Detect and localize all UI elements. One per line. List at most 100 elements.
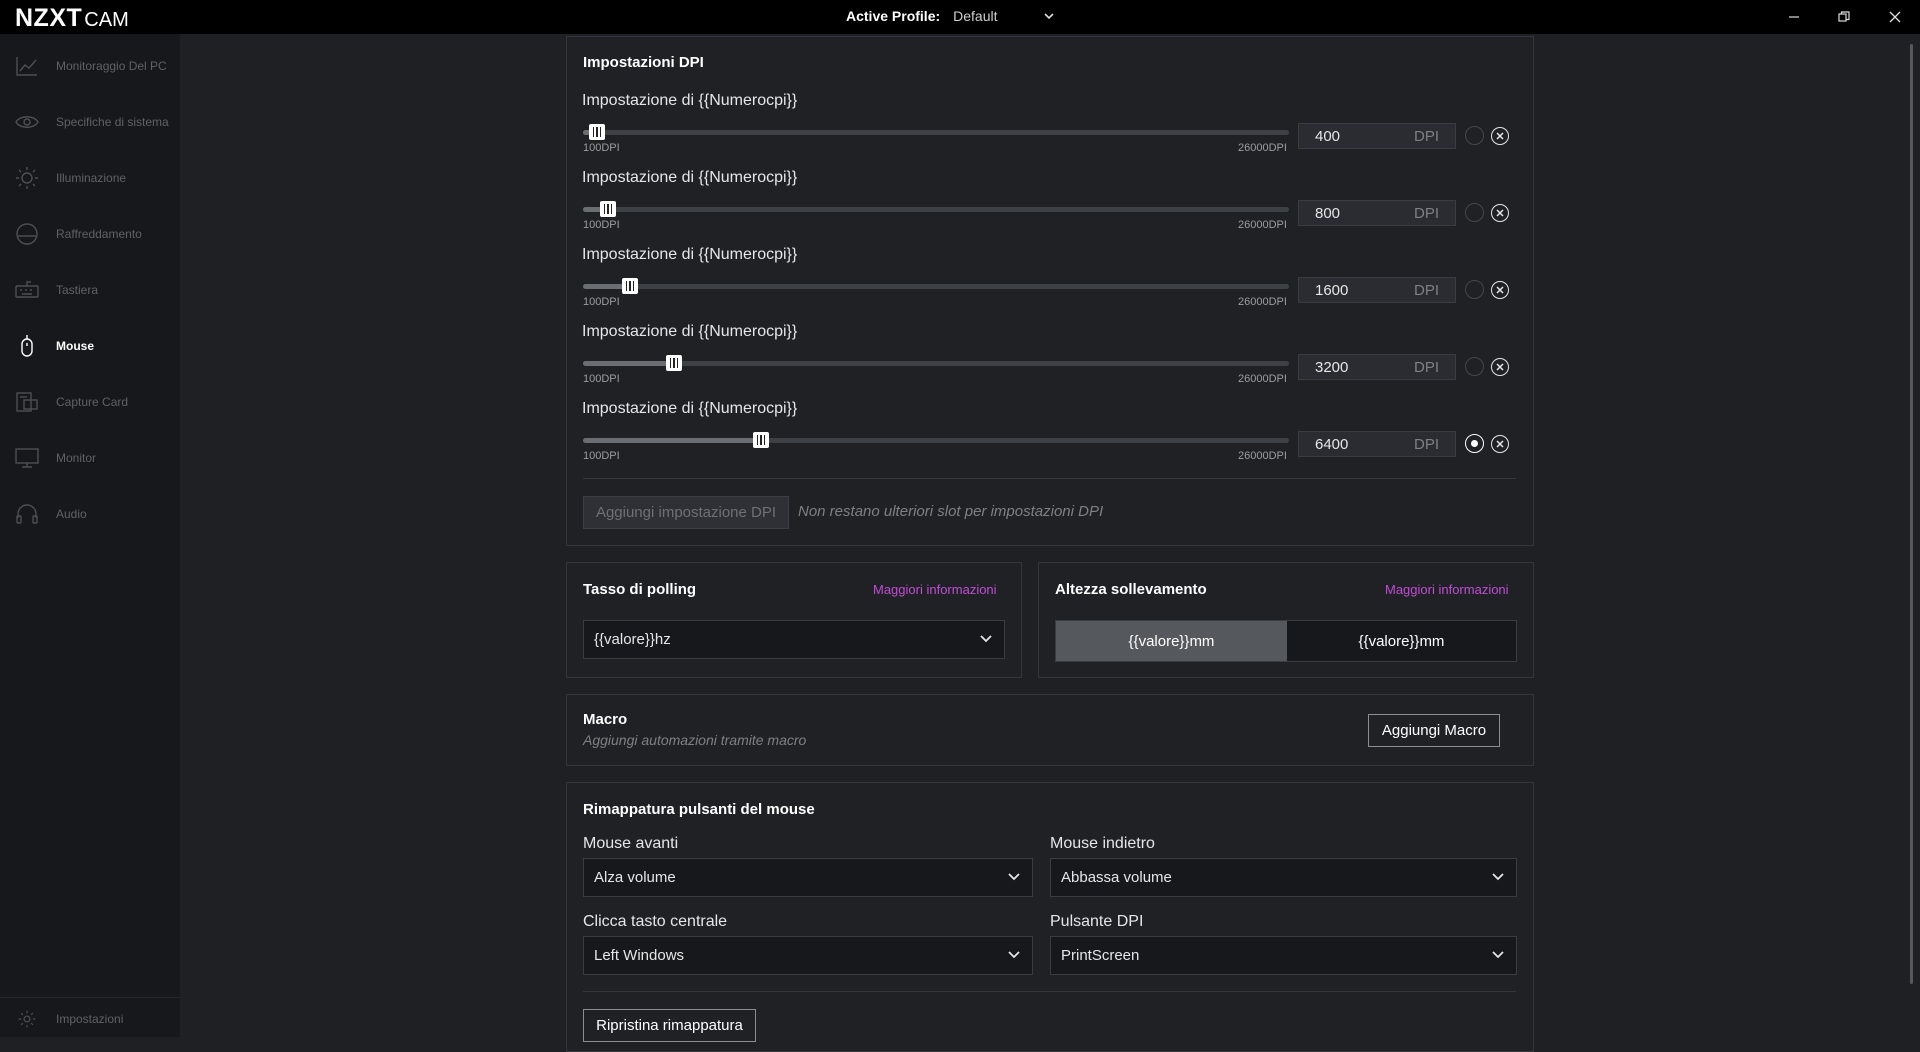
sidebar-item-label: Illuminazione xyxy=(56,171,127,185)
remap-divider xyxy=(583,991,1516,992)
dpi-min-label: 100DPI xyxy=(583,296,620,308)
title-bar: NZXT CAM Active Profile: Default xyxy=(0,0,1920,34)
dpi-unit: DPI xyxy=(1413,358,1439,376)
polling-rate-title: Tasso di polling xyxy=(583,581,697,598)
sidebar-item-label: Mouse xyxy=(56,339,95,353)
mouse-back-value: Abbassa volume xyxy=(1061,869,1172,886)
dpi-slider[interactable] xyxy=(583,432,1289,448)
dpi-row-label: Impostazione di {{Numerocpi}} xyxy=(582,246,798,263)
dpi-row-label: Impostazione di {{Numerocpi}} xyxy=(582,400,798,417)
mouse-icon xyxy=(15,334,39,358)
dpi-select-radio[interactable] xyxy=(1465,434,1484,453)
polling-rate-select[interactable]: {{valore}}hz xyxy=(583,620,1005,659)
dpi-slots-note: Non restano ulteriori slot per impostazi… xyxy=(798,503,1104,520)
mouse-back-select[interactable]: Abbassa volume xyxy=(1050,858,1517,897)
dpi-slider[interactable] xyxy=(583,355,1289,371)
dpi-slider-thumb[interactable] xyxy=(753,432,769,448)
dpi-value: 1600 xyxy=(1315,281,1349,299)
scrollbar[interactable] xyxy=(1910,44,1913,984)
product-name: CAM xyxy=(84,9,129,31)
dpi-slider-thumb[interactable] xyxy=(589,124,605,140)
close-icon[interactable] xyxy=(1875,0,1915,34)
dpi-value-input[interactable]: 3200 DPI xyxy=(1298,354,1456,380)
chevron-down-icon xyxy=(980,635,992,643)
sidebar-item-monitoraggio[interactable]: Monitoraggio Del PC xyxy=(0,46,180,86)
minimize-icon[interactable] xyxy=(1774,0,1814,34)
middle-click-value: Left Windows xyxy=(594,947,685,964)
remove-circle-icon[interactable] xyxy=(1491,204,1509,222)
dpi-select-radio[interactable] xyxy=(1465,203,1484,222)
dpi-slider-fill xyxy=(583,284,624,289)
remove-circle-icon[interactable] xyxy=(1491,358,1509,376)
restore-icon[interactable] xyxy=(1824,0,1864,34)
sidebar-item-audio[interactable]: Audio xyxy=(0,494,180,534)
dpi-select-radio[interactable] xyxy=(1465,126,1484,145)
dpi-row-label: Impostazione di {{Numerocpi}} xyxy=(582,323,798,340)
lift-option-1[interactable]: {{valore}}mm xyxy=(1056,621,1287,661)
dpi-min-label: 100DPI xyxy=(583,450,620,462)
add-dpi-setting-button[interactable]: Aggiungi impostazione DPI xyxy=(583,496,789,529)
dpi-value-input[interactable]: 400 DPI xyxy=(1298,123,1456,149)
sidebar-item-monitor[interactable]: Monitor xyxy=(0,438,180,478)
dpi-value-input[interactable]: 1600 DPI xyxy=(1298,277,1456,303)
dpi-button-value: PrintScreen xyxy=(1061,947,1140,964)
sidebar-item-mouse[interactable]: Mouse xyxy=(0,326,180,366)
lift-height-title: Altezza sollevamento xyxy=(1055,581,1207,598)
sidebar-item-label: Monitor xyxy=(56,451,97,465)
chevron-down-icon xyxy=(1008,873,1020,881)
active-profile-selector[interactable]: Active Profile: Default xyxy=(846,8,1055,24)
dpi-slider[interactable] xyxy=(583,201,1289,217)
remap-title: Rimappatura pulsanti del mouse xyxy=(583,801,815,818)
dpi-slider-fill xyxy=(583,438,755,443)
sidebar-item-specifiche[interactable]: Specifiche di sistema xyxy=(0,102,180,142)
middle-click-label: Clicca tasto centrale xyxy=(583,913,728,930)
dpi-slider-thumb[interactable] xyxy=(600,201,616,217)
dpi-slider[interactable] xyxy=(583,124,1289,140)
brand-name: NZXT xyxy=(15,4,83,32)
dpi-value-input[interactable]: 6400 DPI xyxy=(1298,431,1456,457)
dpi-button-select[interactable]: PrintScreen xyxy=(1050,936,1517,975)
dpi-unit: DPI xyxy=(1413,281,1439,299)
dpi-row-label: Impostazione di {{Numerocpi}} xyxy=(582,92,798,109)
chevron-down-icon xyxy=(1492,951,1504,959)
chevron-down-icon xyxy=(1492,873,1504,881)
sidebar-item-impostazioni[interactable]: Impostazioni xyxy=(0,999,180,1039)
sidebar-item-capture-card[interactable]: Capture Card xyxy=(0,382,180,422)
fan-icon xyxy=(15,222,39,246)
dpi-unit: DPI xyxy=(1413,204,1439,222)
dpi-slider[interactable] xyxy=(583,278,1289,294)
dpi-slider-thumb[interactable] xyxy=(666,355,682,371)
mouse-forward-select[interactable]: Alza volume xyxy=(583,858,1033,897)
dpi-select-radio[interactable] xyxy=(1465,357,1484,376)
remove-circle-icon[interactable] xyxy=(1491,281,1509,299)
remove-circle-icon[interactable] xyxy=(1491,127,1509,145)
chevron-down-icon xyxy=(1008,951,1020,959)
macro-title: Macro xyxy=(583,711,628,728)
eye-icon xyxy=(15,110,39,134)
lift-option-2[interactable]: {{valore}}mm xyxy=(1287,621,1516,661)
dpi-slider-thumb[interactable] xyxy=(622,278,638,294)
sidebar-item-illuminazione[interactable]: Illuminazione xyxy=(0,158,180,198)
polling-more-info-link[interactable]: Maggiori informazioni xyxy=(873,582,997,597)
chevron-down-icon xyxy=(1044,13,1054,20)
sidebar-item-tastiera[interactable]: Tastiera xyxy=(0,270,180,310)
reset-remap-button[interactable]: Ripristina rimappatura xyxy=(583,1009,756,1042)
sidebar-item-label: Tastiera xyxy=(56,283,99,297)
dpi-value: 800 xyxy=(1315,204,1341,222)
dpi-max-label: 26000DPI xyxy=(1238,219,1287,231)
polling-rate-value: {{valore}}hz xyxy=(594,631,671,648)
sidebar-item-raffreddamento[interactable]: Raffreddamento xyxy=(0,214,180,254)
dpi-max-label: 26000DPI xyxy=(1238,142,1287,154)
monitor-icon xyxy=(15,446,39,470)
sidebar-item-label: Specifiche di sistema xyxy=(56,115,169,129)
lift-more-info-link[interactable]: Maggiori informazioni xyxy=(1385,582,1509,597)
sidebar-divider xyxy=(0,997,180,998)
middle-click-select[interactable]: Left Windows xyxy=(583,936,1033,975)
dpi-value: 6400 xyxy=(1315,435,1349,453)
dpi-select-radio[interactable] xyxy=(1465,280,1484,299)
remove-circle-icon[interactable] xyxy=(1491,435,1509,453)
sidebar-item-label: Monitoraggio Del PC xyxy=(56,59,167,73)
dpi-value-input[interactable]: 800 DPI xyxy=(1298,200,1456,226)
add-macro-button[interactable]: Aggiungi Macro xyxy=(1368,714,1500,747)
dpi-max-label: 26000DPI xyxy=(1238,450,1287,462)
